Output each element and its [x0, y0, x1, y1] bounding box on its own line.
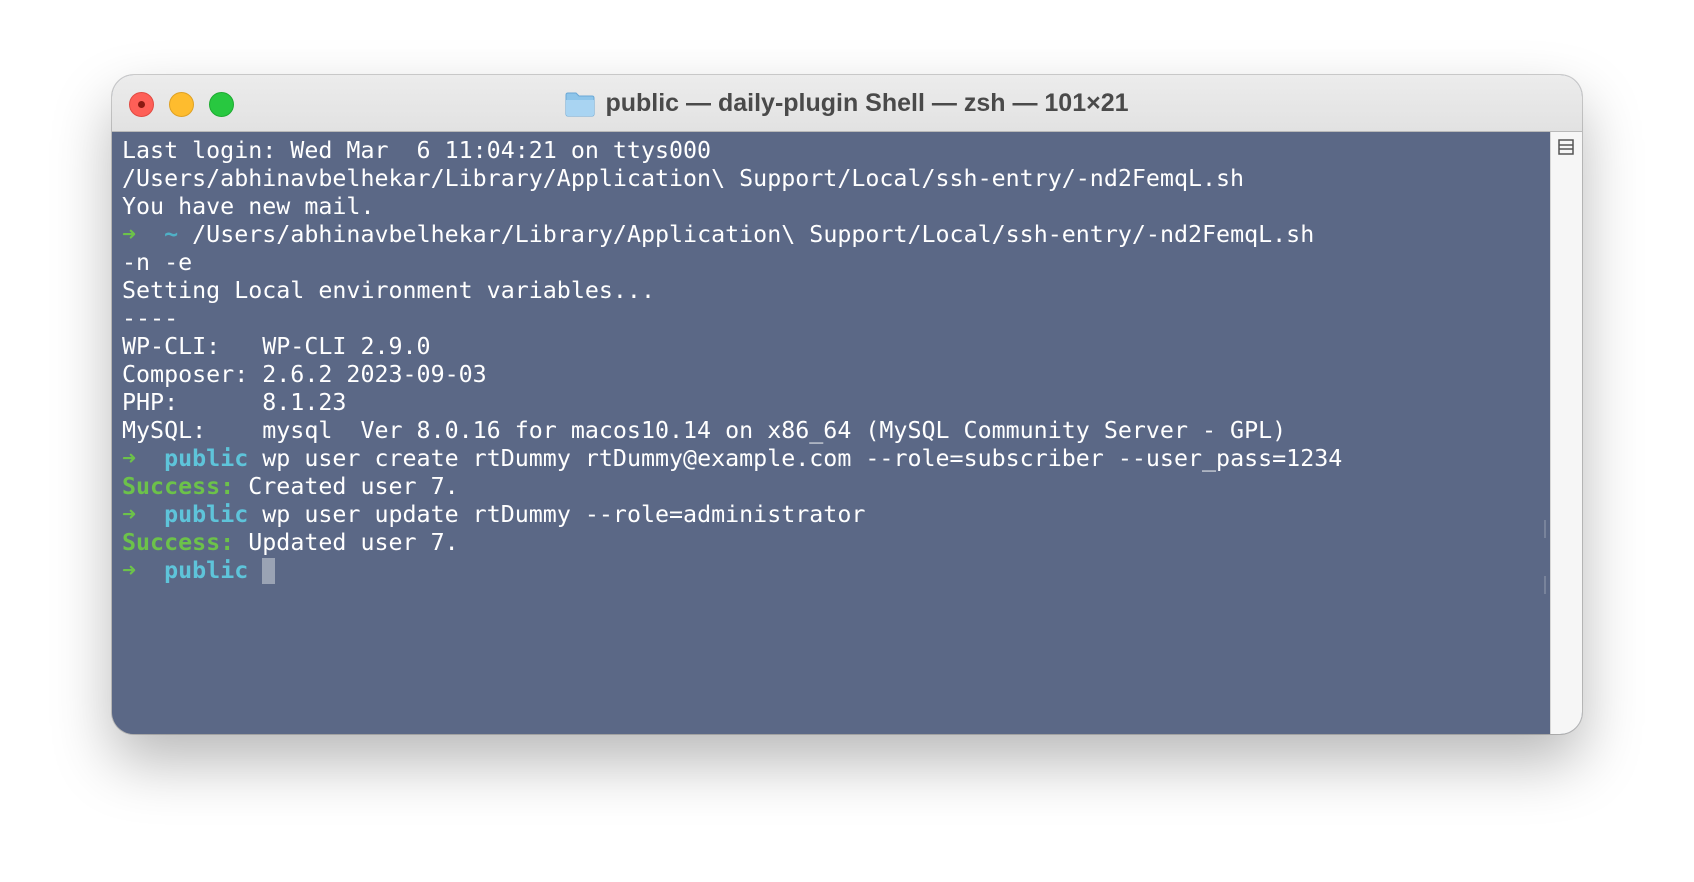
prompt-directory: public	[164, 445, 249, 472]
terminal-line: Success: Updated user 7.	[122, 529, 1540, 557]
terminal-window: public — daily-plugin Shell — zsh — 101×…	[112, 75, 1582, 734]
text-cursor	[262, 558, 276, 584]
prompt-directory: ~	[164, 221, 179, 248]
terminal-line: Success: Created user 7.	[122, 473, 1540, 501]
prompt-command: /Users/abhinavbelhekar/Library/Applicati…	[178, 221, 1315, 248]
terminal-line: MySQL: mysql Ver 8.0.16 for macos10.14 o…	[122, 417, 1287, 444]
folder-icon	[565, 92, 595, 116]
prompt-command: wp user update rtDummy --role=administra…	[248, 501, 866, 528]
split-pane-icon[interactable]	[1558, 139, 1574, 155]
window-title-container: public — daily-plugin Shell — zsh — 101×…	[112, 75, 1582, 132]
terminal-line: Last login: Wed Mar 6 11:04:21 on ttys00…	[122, 137, 712, 164]
prompt-directory: public	[164, 501, 249, 528]
terminal-line: PHP: 8.1.23	[122, 389, 347, 416]
scrollbar[interactable]	[1550, 132, 1582, 734]
prompt-arrow-icon: ➜	[122, 221, 137, 248]
title-bar[interactable]: public — daily-plugin Shell — zsh — 101×…	[112, 75, 1582, 132]
success-label: Success:	[122, 529, 235, 556]
scroll-mark	[1544, 576, 1546, 594]
terminal-line: ----	[122, 305, 179, 332]
terminal-line: WP-CLI: WP-CLI 2.9.0	[122, 333, 431, 360]
scroll-mark	[1544, 520, 1546, 538]
terminal-line: -n -e	[122, 249, 193, 276]
terminal-output[interactable]: Last login: Wed Mar 6 11:04:21 on ttys00…	[112, 132, 1550, 734]
success-label: Success:	[122, 473, 235, 500]
terminal-line: Setting Local environment variables...	[122, 277, 655, 304]
window-title: public — daily-plugin Shell — zsh — 101×…	[605, 89, 1129, 117]
terminal-line: Composer: 2.6.2 2023-09-03	[122, 361, 487, 388]
terminal-line: ➜ ~ /Users/abhinavbelhekar/Library/Appli…	[122, 221, 1540, 249]
success-message: Updated user 7.	[234, 529, 459, 556]
success-message: Created user 7.	[234, 473, 459, 500]
terminal-line: ➜ public wp user create rtDummy rtDummy@…	[122, 445, 1540, 473]
terminal-line: ➜ public wp user update rtDummy --role=a…	[122, 501, 1540, 529]
prompt-arrow-icon: ➜	[122, 557, 137, 584]
prompt-arrow-icon: ➜	[122, 501, 137, 528]
prompt-directory: public	[164, 557, 249, 584]
prompt-command: wp user create rtDummy rtDummy@example.c…	[248, 445, 1343, 472]
terminal-line: You have new mail.	[122, 193, 375, 220]
terminal-input-line[interactable]: ➜ public	[122, 557, 1540, 585]
prompt-arrow-icon: ➜	[122, 445, 137, 472]
terminal-line: /Users/abhinavbelhekar/Library/Applicati…	[122, 165, 1245, 192]
